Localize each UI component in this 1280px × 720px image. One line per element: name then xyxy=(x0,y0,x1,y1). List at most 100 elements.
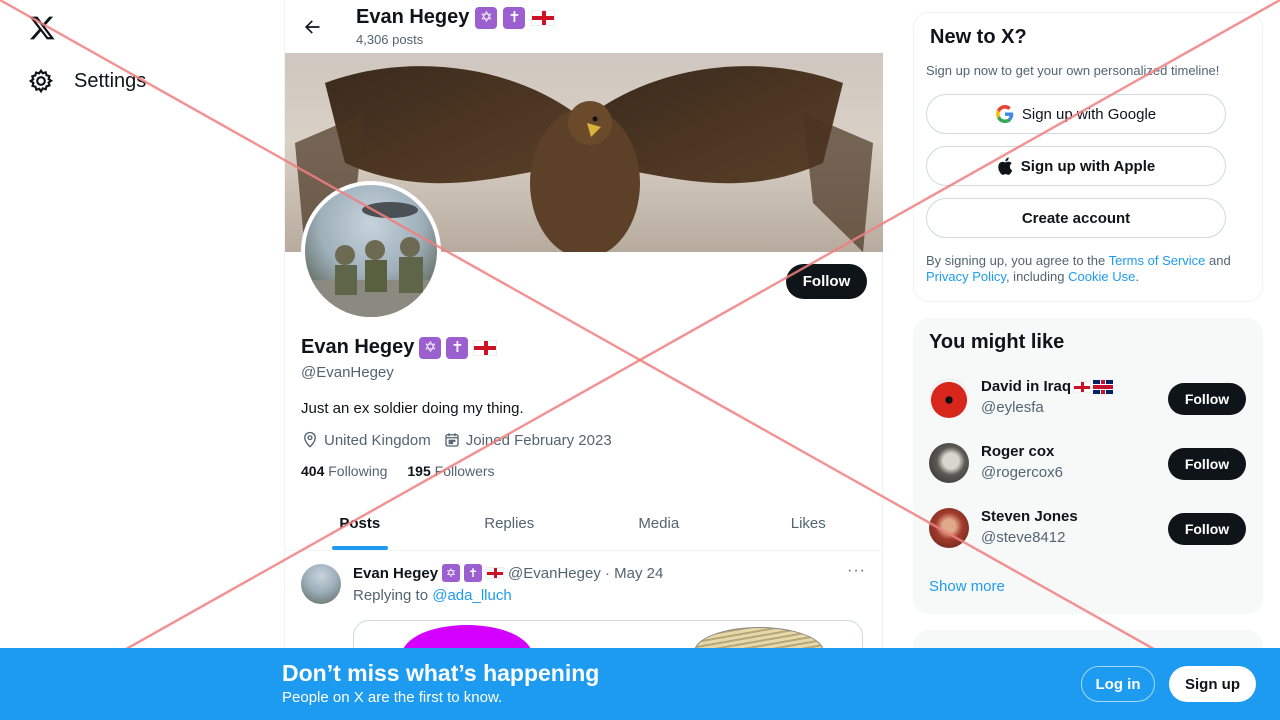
you-might-like-card: You might like David in Iraq @eylesfa Fo… xyxy=(913,318,1263,614)
suggested-user-name[interactable]: David in Iraq xyxy=(981,378,1114,395)
signup-prompt-bar: Don’t miss what’s happening People on X … xyxy=(0,648,1280,720)
tweet-handle-date[interactable]: @EvanHegey · May 24 xyxy=(508,565,663,582)
followers-link[interactable]: 195 Followers xyxy=(407,463,494,479)
arrow-left-icon xyxy=(305,20,320,34)
profile-tabs: Posts Replies Media Likes xyxy=(285,498,883,551)
profile-handle: @EvanHegey xyxy=(301,364,394,381)
cookie-link[interactable]: Cookie Use xyxy=(1068,269,1135,284)
tweet-header: Evan Hegey ✡ ✝ @EvanHegey · May 24 xyxy=(353,564,663,582)
login-button[interactable]: Log in xyxy=(1081,666,1155,702)
profile-meta: United Kingdom Joined February 2023 xyxy=(301,431,612,449)
tab-media[interactable]: Media xyxy=(584,498,734,550)
joined-text: Joined February 2023 xyxy=(465,431,612,449)
show-more-link[interactable]: Show more xyxy=(929,578,1005,595)
uk-flag-icon xyxy=(1093,379,1114,394)
england-flag-icon xyxy=(486,567,505,579)
tweet-replying-to: Replying to @ada_lluch xyxy=(353,587,512,604)
signup-prompt-title: Don’t miss what’s happening xyxy=(282,660,600,686)
profile-stats: 404 Following 195 Followers xyxy=(301,463,495,479)
legal-text-4: . xyxy=(1135,269,1139,284)
new-to-x-title: New to X? xyxy=(930,26,1027,48)
latin-cross-emoji-icon: ✝ xyxy=(446,336,469,359)
signup-legal-text: By signing up, you agree to the Terms of… xyxy=(926,253,1256,285)
create-account-button[interactable]: Create account xyxy=(926,198,1226,238)
follow-button[interactable]: Follow xyxy=(1168,513,1246,545)
tab-replies[interactable]: Replies xyxy=(435,498,585,550)
england-flag-icon xyxy=(1073,380,1092,393)
following-label: Following xyxy=(328,463,388,479)
england-flag-icon xyxy=(531,9,556,26)
tab-likes[interactable]: Likes xyxy=(734,498,884,550)
following-link[interactable]: 404 Following xyxy=(301,463,387,479)
suggested-user-handle: @eylesfa xyxy=(981,399,1044,416)
new-to-x-card: New to X? Sign up now to get your own pe… xyxy=(913,12,1263,302)
terms-link[interactable]: Terms of Service xyxy=(1109,253,1206,268)
followers-count: 195 xyxy=(407,463,431,479)
tweet-author-name[interactable]: Evan Hegey xyxy=(353,565,438,582)
following-count: 404 xyxy=(301,463,325,479)
suggested-user-avatar[interactable] xyxy=(929,378,969,418)
signup-button[interactable]: Sign up xyxy=(1169,666,1256,702)
privacy-link[interactable]: Privacy Policy xyxy=(926,269,1006,284)
back-button[interactable] xyxy=(299,14,325,40)
tweet-avatar[interactable] xyxy=(301,564,341,604)
suggested-user-name-text: David in Iraq xyxy=(981,378,1072,395)
star-of-david-emoji-icon: ✡ xyxy=(475,6,498,29)
follow-button[interactable]: Follow xyxy=(1168,448,1246,480)
gear-icon xyxy=(28,68,53,94)
replying-prefix: Replying to xyxy=(353,587,429,604)
legal-text-2: and xyxy=(1205,253,1231,268)
nav-settings[interactable]: Settings xyxy=(28,68,146,94)
apple-icon xyxy=(998,157,1013,175)
signup-google-button[interactable]: Sign up with Google xyxy=(926,94,1226,134)
suggested-user[interactable]: Roger cox @rogercox6 Follow xyxy=(929,439,1247,489)
profile-joined: Joined February 2023 xyxy=(443,431,612,449)
signup-google-label: Sign up with Google xyxy=(1021,105,1157,123)
post-count: 4,306 posts xyxy=(356,32,424,47)
star-of-david-emoji-icon: ✡ xyxy=(442,564,461,582)
tab-posts[interactable]: Posts xyxy=(285,498,435,550)
profile-header-bar: Evan Hegey ✡ ✝ 4,306 posts xyxy=(285,0,883,53)
more-options-icon[interactable]: ··· xyxy=(847,562,866,580)
profile-name-text: Evan Hegey xyxy=(301,336,415,358)
profile-column: Evan Hegey ✡ ✝ 4,306 posts Follow Evan H… xyxy=(284,0,883,720)
follow-button[interactable]: Follow xyxy=(786,264,867,299)
signup-prompt-subtitle: People on X are the first to know. xyxy=(282,689,503,706)
header-name-text: Evan Hegey xyxy=(356,6,470,28)
profile-avatar[interactable] xyxy=(301,181,441,321)
signup-apple-button[interactable]: Sign up with Apple xyxy=(926,146,1226,186)
latin-cross-emoji-icon: ✝ xyxy=(464,564,483,582)
suggested-user-handle: @steve8412 xyxy=(981,529,1066,546)
x-logo-icon[interactable] xyxy=(28,14,56,42)
profile-display-name: Evan Hegey ✡ ✝ xyxy=(301,336,498,359)
profile-bio: Just an ex soldier doing my thing. xyxy=(301,400,524,417)
suggested-user-name-text: Roger cox xyxy=(981,443,1055,460)
header-display-name: Evan Hegey ✡ ✝ xyxy=(356,6,556,29)
suggested-user[interactable]: David in Iraq @eylesfa Follow xyxy=(929,374,1247,424)
new-to-x-subtitle: Sign up now to get your own personalized… xyxy=(926,63,1220,78)
location-pin-icon xyxy=(304,431,316,448)
replying-to-link[interactable]: @ada_lluch xyxy=(432,587,511,604)
suggested-user-name[interactable]: Steven Jones xyxy=(981,508,1078,525)
nav-settings-label: Settings xyxy=(74,69,147,92)
legal-text-1: By signing up, you agree to the xyxy=(926,253,1109,268)
calendar-icon xyxy=(445,433,459,447)
signup-apple-label: Sign up with Apple xyxy=(1020,157,1156,175)
suggested-user-handle: @rogercox6 xyxy=(981,464,1063,481)
followers-label: Followers xyxy=(434,463,495,479)
profile-location: United Kingdom xyxy=(301,431,431,449)
google-icon xyxy=(995,105,1014,123)
star-of-david-emoji-icon: ✡ xyxy=(419,336,442,359)
soldiers-avatar-illustration xyxy=(305,202,437,317)
location-text: United Kingdom xyxy=(324,431,431,449)
england-flag-icon xyxy=(473,339,498,356)
you-might-like-title: You might like xyxy=(929,331,1065,353)
latin-cross-emoji-icon: ✝ xyxy=(503,6,526,29)
suggested-user-avatar[interactable] xyxy=(929,508,969,548)
suggested-user-name-text: Steven Jones xyxy=(981,508,1078,525)
follow-button[interactable]: Follow xyxy=(1168,383,1246,415)
suggested-user-name[interactable]: Roger cox xyxy=(981,443,1054,460)
suggested-user[interactable]: Steven Jones @steve8412 Follow xyxy=(929,504,1247,554)
legal-text-3: , including xyxy=(1005,269,1069,284)
suggested-user-avatar[interactable] xyxy=(929,443,969,483)
